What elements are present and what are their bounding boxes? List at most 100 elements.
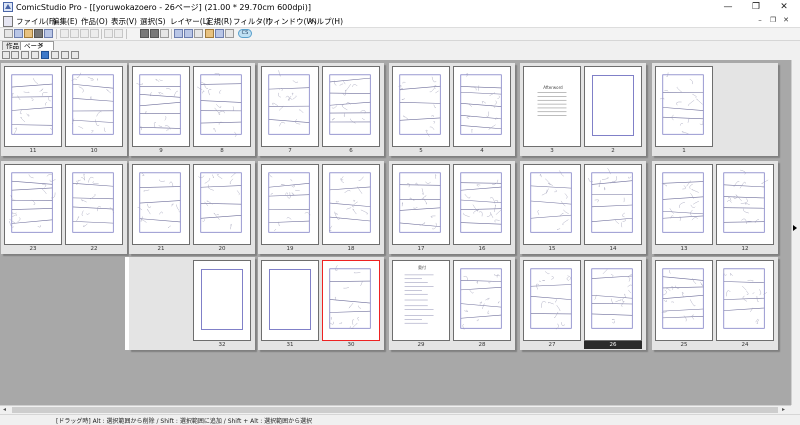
ruler-icon[interactable] xyxy=(174,29,183,38)
page-thumbnail[interactable]: 奥付 xyxy=(392,260,450,341)
open-icon[interactable] xyxy=(14,29,23,38)
page-spread[interactable]: 23 22 xyxy=(1,161,127,254)
menu-work[interactable]: 作品(O) xyxy=(81,16,108,27)
menu-ruler[interactable]: 定規(R) xyxy=(206,16,232,27)
page-view-icon[interactable] xyxy=(140,29,149,38)
close-button[interactable]: ✕ xyxy=(770,0,798,14)
page-spread[interactable]: 17 16 xyxy=(389,161,515,254)
pointer-icon[interactable] xyxy=(31,51,39,59)
page-spread[interactable]: 31 30 xyxy=(258,257,384,350)
paste-icon[interactable] xyxy=(80,29,89,38)
page-spread[interactable]: 11 10 xyxy=(1,63,127,156)
page-thumbnail[interactable] xyxy=(65,66,123,147)
redo-icon[interactable] xyxy=(114,29,123,38)
page-spread[interactable]: 54 xyxy=(389,63,515,156)
page-thumbnail[interactable] xyxy=(193,66,251,147)
horizontal-scrollbar[interactable]: ◂ ▸ xyxy=(0,405,791,414)
page-thumbnail[interactable] xyxy=(453,260,511,341)
cs-badge-button[interactable]: CS xyxy=(238,29,252,38)
vertical-scrollbar[interactable] xyxy=(791,60,800,405)
page-spread[interactable]: 32 xyxy=(129,257,255,350)
page-thumbnail[interactable] xyxy=(655,66,713,147)
page-thumbnail[interactable] xyxy=(65,164,123,245)
delete-icon[interactable] xyxy=(90,29,99,38)
page-thumbnail[interactable] xyxy=(322,164,380,245)
page-thumbnail[interactable] xyxy=(655,260,713,341)
export-icon[interactable] xyxy=(44,29,53,38)
page-thumbnail[interactable] xyxy=(655,164,713,245)
page-spread[interactable]: Afterword 3 2 xyxy=(520,63,646,156)
menu-help[interactable]: ヘルプ(H) xyxy=(309,16,343,27)
collapse-arrow-icon[interactable] xyxy=(793,225,797,231)
hand-icon[interactable] xyxy=(41,51,49,59)
page-thumbnail[interactable] xyxy=(716,260,774,341)
zoom-tool-icon[interactable] xyxy=(51,51,59,59)
page-spread[interactable]: 98 xyxy=(129,63,255,156)
document-icon[interactable] xyxy=(3,16,13,27)
grid-icon[interactable] xyxy=(194,29,203,38)
rotate-left-icon[interactable] xyxy=(2,51,10,59)
page-thumbnail[interactable] xyxy=(261,66,319,147)
spread-view-icon[interactable] xyxy=(150,29,159,38)
page-thumbnail[interactable] xyxy=(132,164,190,245)
page-spread[interactable]: 19 18 xyxy=(258,161,384,254)
scroll-thumb[interactable] xyxy=(12,407,778,413)
page-thumbnail[interactable] xyxy=(4,164,62,245)
menu-file[interactable]: ファイル(F) xyxy=(16,16,56,27)
mdi-restore-button[interactable]: ❐ xyxy=(768,15,778,25)
mdi-close-button[interactable]: ✕ xyxy=(781,15,791,25)
page-spread[interactable]: 76 xyxy=(258,63,384,156)
menu-layer[interactable]: レイヤー(L) xyxy=(170,16,210,27)
menu-select[interactable]: 選択(S) xyxy=(140,16,166,27)
menu-edit[interactable]: 編集(E) xyxy=(52,16,78,27)
page-thumbnail[interactable] xyxy=(193,164,251,245)
page-thumbnail[interactable] xyxy=(4,66,62,147)
page-spread[interactable]: 15 14 xyxy=(520,161,646,254)
page-manager-canvas[interactable]: 11 10 9 8 7 6 5 4 Afterword 3 2 1 23 22 21 20 19 18 17 16 15… xyxy=(0,60,791,405)
maximize-button[interactable]: ❐ xyxy=(742,0,770,14)
page-spread[interactable]: 25 24 xyxy=(652,257,778,350)
undo-icon[interactable] xyxy=(104,29,113,38)
page-thumbnail[interactable] xyxy=(322,66,380,147)
tab-close-icon[interactable]: ✕ xyxy=(38,41,43,49)
play-icon[interactable] xyxy=(21,51,29,59)
page-thumbnail[interactable] xyxy=(392,66,450,147)
scroll-right-icon[interactable]: ▸ xyxy=(782,406,785,414)
page-spread[interactable]: 1 xyxy=(652,63,778,156)
page-thumbnail[interactable] xyxy=(716,164,774,245)
page-thumbnail[interactable] xyxy=(584,66,642,147)
navigator-icon[interactable] xyxy=(215,29,224,38)
fit-icon[interactable] xyxy=(61,51,69,59)
mdi-minimize-button[interactable]: – xyxy=(755,15,765,25)
print-icon[interactable] xyxy=(34,29,43,38)
save-icon[interactable] xyxy=(24,29,33,38)
page-thumbnail[interactable] xyxy=(261,260,319,341)
page-spread[interactable]: 13 12 xyxy=(652,161,778,254)
page-thumbnail[interactable]: Afterword xyxy=(523,66,581,147)
page-thumbnail[interactable] xyxy=(132,66,190,147)
new-icon[interactable] xyxy=(4,29,13,38)
page-thumbnail[interactable] xyxy=(261,164,319,245)
page-thumbnail[interactable] xyxy=(453,164,511,245)
rotate-right-icon[interactable] xyxy=(11,51,19,59)
copy-icon[interactable] xyxy=(70,29,79,38)
scroll-left-icon[interactable]: ◂ xyxy=(3,406,6,414)
page-thumbnail[interactable] xyxy=(523,260,581,341)
page-spread[interactable]: 27 26 xyxy=(520,257,646,350)
layer-icon[interactable] xyxy=(160,29,169,38)
page-spread[interactable]: 21 20 xyxy=(129,161,255,254)
cut-icon[interactable] xyxy=(60,29,69,38)
layout-icon[interactable] xyxy=(71,51,79,59)
page-thumbnail[interactable] xyxy=(584,260,642,341)
minimize-button[interactable]: — xyxy=(714,0,742,14)
page-thumbnail[interactable] xyxy=(584,164,642,245)
menu-view[interactable]: 表示(V) xyxy=(111,16,137,27)
page-thumbnail[interactable] xyxy=(453,66,511,147)
settings-icon[interactable] xyxy=(225,29,234,38)
page-thumbnail[interactable] xyxy=(392,164,450,245)
page-thumbnail[interactable] xyxy=(322,260,380,341)
zoom-icon[interactable] xyxy=(184,29,193,38)
page-spread[interactable]: 奥付 29 28 xyxy=(389,257,515,350)
page-thumbnail[interactable] xyxy=(193,260,251,341)
page-thumbnail[interactable] xyxy=(523,164,581,245)
